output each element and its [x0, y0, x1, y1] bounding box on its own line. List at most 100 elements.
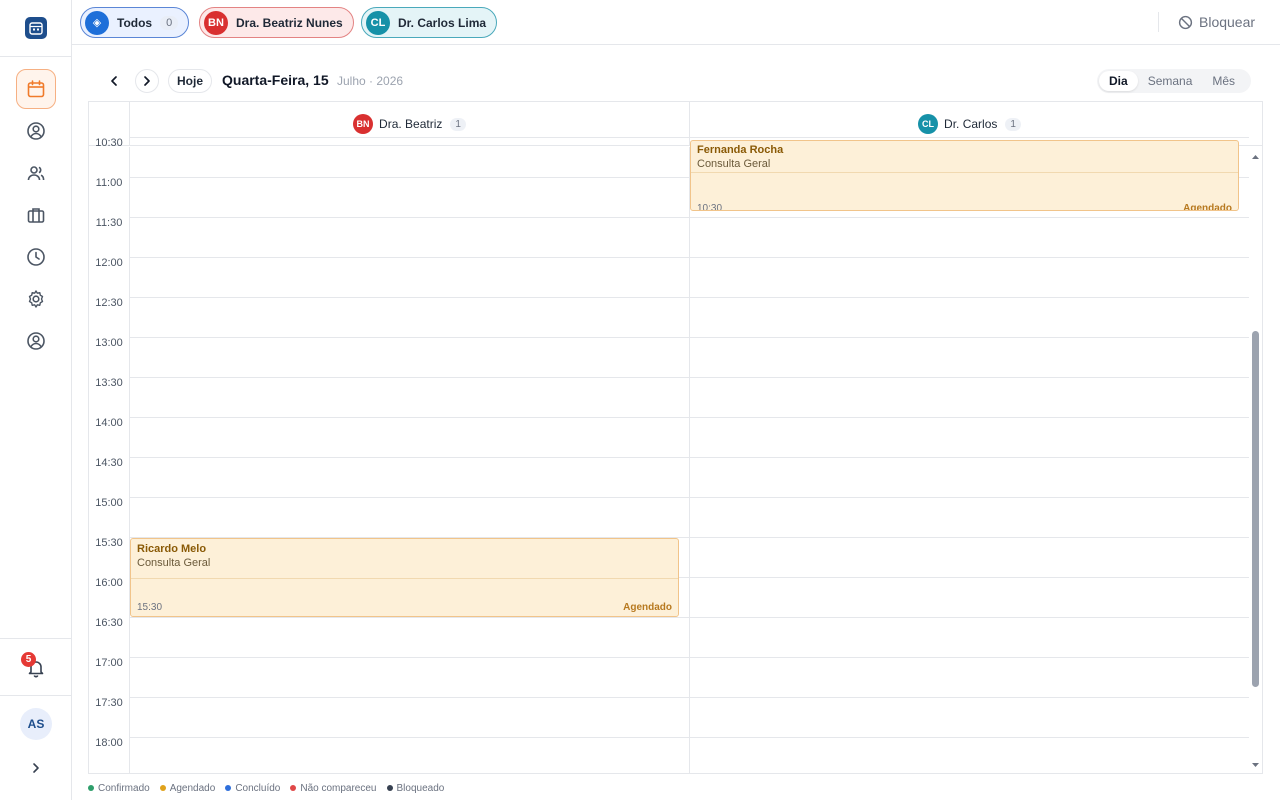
time-label: 17:30: [95, 697, 123, 709]
filter-chip-label: Dra. Beatriz Nunes: [236, 15, 343, 30]
legend-label: Agendado: [169, 782, 216, 794]
vertical-scrollbar[interactable]: [1249, 147, 1262, 773]
appointment-type: Consulta Geral: [697, 158, 771, 170]
filter-chip-beatriz[interactable]: BN Dra. Beatriz Nunes: [199, 7, 354, 38]
filter-all-icon: ◈: [85, 10, 109, 35]
hour-line: [129, 137, 1249, 138]
scroll-up-icon[interactable]: [1249, 151, 1262, 163]
column-divider: [129, 147, 130, 773]
app-logo[interactable]: [25, 17, 47, 39]
appointment-time: 15:30: [137, 602, 163, 613]
legend-dot: [225, 785, 232, 791]
column-header-beatriz: BN Dra. Beatriz 1: [129, 102, 689, 146]
nav-patients[interactable]: [16, 153, 56, 193]
appointment-fernanda-rocha[interactable]: Fernanda Rocha Consulta Geral 10:30 Agen…: [690, 140, 1239, 211]
appointment-type: Consulta Geral: [137, 557, 211, 569]
hour-line: [129, 457, 1249, 458]
hour-line: [129, 297, 1249, 298]
hour-line: [129, 417, 1249, 418]
view-day[interactable]: Dia: [1099, 71, 1138, 91]
date-toolbar: Hoje Quarta-Feira, 15 Julho · 2026 Dia S…: [72, 45, 1280, 101]
sidebar-divider: [0, 56, 72, 57]
legend-item: Agendado: [159, 782, 216, 794]
professional-name: Dra. Beatriz: [379, 117, 443, 131]
legend-label: Concluído: [235, 782, 281, 794]
legend-item: Não compareceu: [290, 783, 377, 794]
nav-account[interactable]: [16, 321, 56, 361]
notifications-badge: 5: [21, 652, 36, 667]
legend-label: Bloqueado: [396, 782, 445, 794]
appointment-patient: Ricardo Melo: [137, 543, 207, 555]
legend-dot: [386, 785, 393, 791]
filter-chip-todos[interactable]: ◈ Todos 0: [80, 7, 190, 38]
hour-line: [129, 657, 1249, 658]
sidebar: 5 AS: [0, 0, 72, 800]
appointment-ricardo-melo[interactable]: Ricardo Melo Consulta Geral 15:30 Agenda…: [130, 538, 679, 617]
gear-icon: [28, 290, 44, 308]
clock-icon: [27, 248, 45, 266]
legend-dot: [290, 785, 297, 791]
hour-line: [129, 697, 1249, 698]
appointment-time: 10:30: [697, 203, 723, 211]
hour-line: [129, 217, 1249, 218]
legend-item: Confirmado: [88, 783, 150, 794]
filter-chip-label: Todos: [117, 15, 153, 30]
calendar-icon: [27, 80, 45, 98]
user-avatar[interactable]: AS: [20, 708, 52, 740]
time-label: 14:00: [95, 417, 123, 429]
time-label: 13:30: [95, 377, 123, 389]
time-label: 15:00: [95, 497, 123, 509]
time-label: 12:00: [95, 257, 123, 269]
hour-line: [129, 377, 1249, 378]
calendar-grid: BN Dra. Beatriz 1 CL Dr. Carlos 1 10:30 1…: [88, 101, 1263, 774]
hour-line: [129, 497, 1249, 498]
legend-dot: [88, 785, 94, 791]
nav-profile[interactable]: [16, 111, 56, 151]
current-date: Quarta-Feira, 15: [222, 72, 329, 88]
filter-chip-avatar: CL: [366, 10, 390, 35]
block-button[interactable]: Bloquear: [1178, 12, 1255, 32]
view-week[interactable]: Semana: [1138, 71, 1203, 91]
time-label: 12:30: [95, 297, 123, 309]
legend-dot: [159, 785, 166, 791]
time-label: 11:30: [95, 217, 123, 229]
filter-chip-carlos[interactable]: CL Dr. Carlos Lima: [361, 7, 498, 38]
prev-day-button[interactable]: [102, 69, 126, 93]
filter-chip-avatar: BN: [204, 10, 228, 35]
next-day-button[interactable]: [135, 69, 159, 93]
nav-settings[interactable]: [16, 279, 56, 319]
scroll-down-icon[interactable]: [1249, 759, 1262, 771]
nav-calendar[interactable]: [16, 69, 56, 109]
expand-sidebar-button[interactable]: [26, 758, 46, 778]
view-month[interactable]: Mês: [1202, 71, 1245, 91]
appointment-patient: Fernanda Rocha: [697, 144, 784, 156]
time-label: 15:30: [95, 537, 123, 549]
account-circle-icon: [27, 332, 45, 350]
hour-line: [129, 737, 1249, 738]
legend-item: Bloqueado: [386, 782, 445, 794]
time-label: 16:30: [95, 617, 123, 629]
appointment-divider: [131, 578, 678, 579]
appointment-status: Agendado: [1183, 203, 1232, 211]
hour-line: [129, 257, 1249, 258]
top-bar-divider: [1158, 12, 1159, 32]
today-button[interactable]: Hoje: [168, 69, 213, 93]
time-label: 14:30: [95, 457, 123, 469]
scrollbar-thumb[interactable]: [1252, 331, 1259, 687]
sidebar-divider: [0, 695, 72, 696]
appointment-divider: [691, 172, 1238, 173]
chevron-right-icon: [33, 763, 39, 773]
professional-avatar: BN: [353, 114, 374, 134]
users-icon: [27, 166, 45, 181]
time-grid: 10:30 11:00 11:30 12:00 12:30 13:00 13:30 14:00…: [89, 137, 1262, 773]
nav-services[interactable]: [16, 195, 56, 235]
time-label: 18:00: [95, 737, 123, 749]
nav-history[interactable]: [16, 237, 56, 277]
briefcase-icon: [27, 208, 45, 223]
block-button-label: Bloquear: [1199, 14, 1256, 30]
column-divider: [689, 147, 690, 773]
top-bar: ◈ Todos 0 BN Dra. Beatriz Nunes CL Dr. C…: [72, 0, 1280, 45]
status-legend: Confirmado Agendado Concluído Não comparece…: [88, 782, 454, 794]
appointment-count: 1: [1005, 117, 1021, 131]
sidebar-divider: [0, 638, 72, 639]
